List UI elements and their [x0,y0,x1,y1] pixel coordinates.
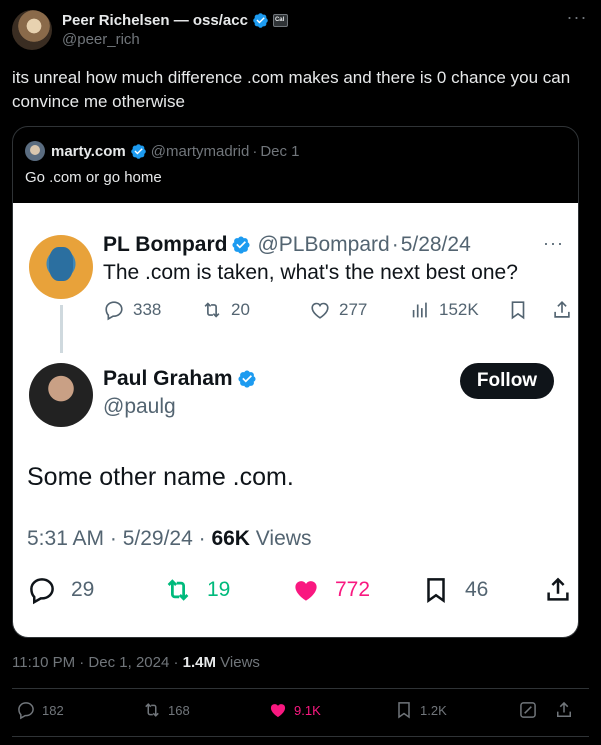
reply-count: 338 [133,300,162,319]
like-icon [311,302,329,319]
screenshot-tweet2-text: Some other name .com. [27,463,294,491]
screenshot-tweet2-time: 5:31 AM · 5/29/24 · [27,527,212,550]
quoted-author-handle: @martymadrid [150,142,250,160]
like-icon [270,704,286,718]
verified-badge-icon [131,143,146,159]
quoted-author-avatar [25,141,45,161]
views-count: 152K [439,300,479,319]
quoted-tweet-header: marty.com @martymadrid · Dec 1 [25,141,300,161]
screenshot-tweet1-date: 5/28/24 [400,233,471,256]
reply-button[interactable]: 182 [16,700,64,720]
repost-count: 20 [231,300,250,319]
repost-icon [167,579,189,601]
screenshot-tweet1-actions: 338 20 277 152K [103,299,570,329]
divider [12,688,589,689]
reply-count: 29 [71,578,95,601]
screenshot-tweet2-name: Paul Graham [103,367,233,390]
tweet-views-label: Views [216,654,260,671]
quoted-screenshot-image: PL Bompard @PLBompard · 5/28/24 ··· The … [13,203,578,637]
tweet-text: its unreal how much difference .com make… [12,68,571,111]
quoted-tweet[interactable]: marty.com @martymadrid · Dec 1 Go .com o… [12,126,579,638]
bookmark-stat: 46 [421,575,488,605]
follow-button: Follow [460,363,554,399]
screenshot-tweet1-header: PL Bompard @PLBompard · 5/28/24 [103,233,471,257]
paul-graham-avatar [29,363,93,427]
screenshot-tweet2-handle: @paulg [103,395,176,418]
grok-button[interactable] [518,700,544,720]
quoted-author-name: marty.com [51,142,126,160]
screenshot-tweet1-name: PL Bompard [103,233,228,256]
repost-icon [204,302,220,318]
verified-badge-icon [253,12,268,28]
separator-dot: · [252,142,258,160]
tweet-meta: 11:10 PM · Dec 1, 2024 · 1.4M Views [12,654,260,671]
like-icon [295,581,317,601]
verified-badge-icon [232,236,251,254]
bookmark-icon [398,702,410,719]
quoted-text: Go .com or go home [25,169,162,186]
separator-dot: · [391,233,399,256]
quoted-date: Dec 1 [260,142,300,160]
like-stat: 277 [309,299,367,321]
author-name[interactable]: Peer Richelsen — oss/acc [62,12,248,29]
bookmark-count: 46 [465,578,489,601]
like-button[interactable]: 9.1K [268,700,321,720]
views-stat: 152K [409,299,479,321]
reply-icon [18,702,34,720]
repost-count: 168 [168,702,190,718]
tweet-actions: 182 168 9.1K 1.2K [12,700,589,726]
pl-bompard-avatar [29,235,93,299]
tweet-views-count: 1.4M [182,654,216,671]
screenshot-tweet2-meta: 5:31 AM · 5/29/24 · 66K Views [27,527,311,551]
share-button[interactable] [554,700,580,720]
author-name-line: Peer Richelsen — oss/acc Cal [62,10,288,30]
thread-line [60,305,63,353]
grok-icon [520,702,536,718]
bookmark-button[interactable]: 1.2K [394,700,447,720]
verified-badge-icon [238,370,256,388]
reply-stat: 29 [27,575,94,605]
more-icon[interactable]: ··· [565,8,589,30]
screenshot-tweet1-text: The .com is taken, what's the next best … [103,261,518,284]
screenshot-tweet2-views-label: Views [249,527,312,550]
bookmark-count: 1.2K [420,702,447,718]
reply-icon [30,578,54,605]
reply-count: 182 [42,702,64,718]
affiliation-badge[interactable]: Cal [272,13,288,27]
like-count: 772 [335,578,371,601]
divider [12,736,589,737]
screenshot-tweet2-header: Paul Graham [103,367,257,391]
share-icon [543,575,578,605]
bookmark-icon [427,578,445,604]
screenshot-tweet2-views-count: 66K [211,527,250,550]
like-stat: 772 [291,575,370,605]
author-avatar[interactable] [12,10,52,50]
author-handle[interactable]: @peer_rich [62,31,140,48]
repost-icon [145,703,159,717]
affiliation-badge-label: Cal [274,16,285,23]
tweet-time[interactable]: 11:10 PM · Dec 1, 2024 · [12,654,183,671]
bookmark-icon [507,299,537,321]
reply-icon [105,301,123,321]
share-icon [551,299,578,321]
repost-button[interactable]: 168 [142,700,190,720]
share-icon [557,701,571,717]
screenshot-tweet1-handle: @PLBompard [257,233,390,256]
tweet-header: Peer Richelsen — oss/acc Cal @peer_rich … [12,8,589,54]
like-count: 9.1K [294,702,321,718]
share-icon [554,301,570,318]
bookmark-icon [511,301,525,320]
views-icon [412,302,427,318]
share-icon [547,577,569,601]
repost-count: 19 [207,578,231,601]
more-icon: ··· [543,233,564,253]
screenshot-tweet2-actions: 29 19 772 46 [27,575,569,611]
like-count: 277 [339,300,368,319]
repost-stat: 19 [163,575,230,605]
repost-stat: 20 [201,299,250,321]
reply-stat: 338 [103,299,161,321]
